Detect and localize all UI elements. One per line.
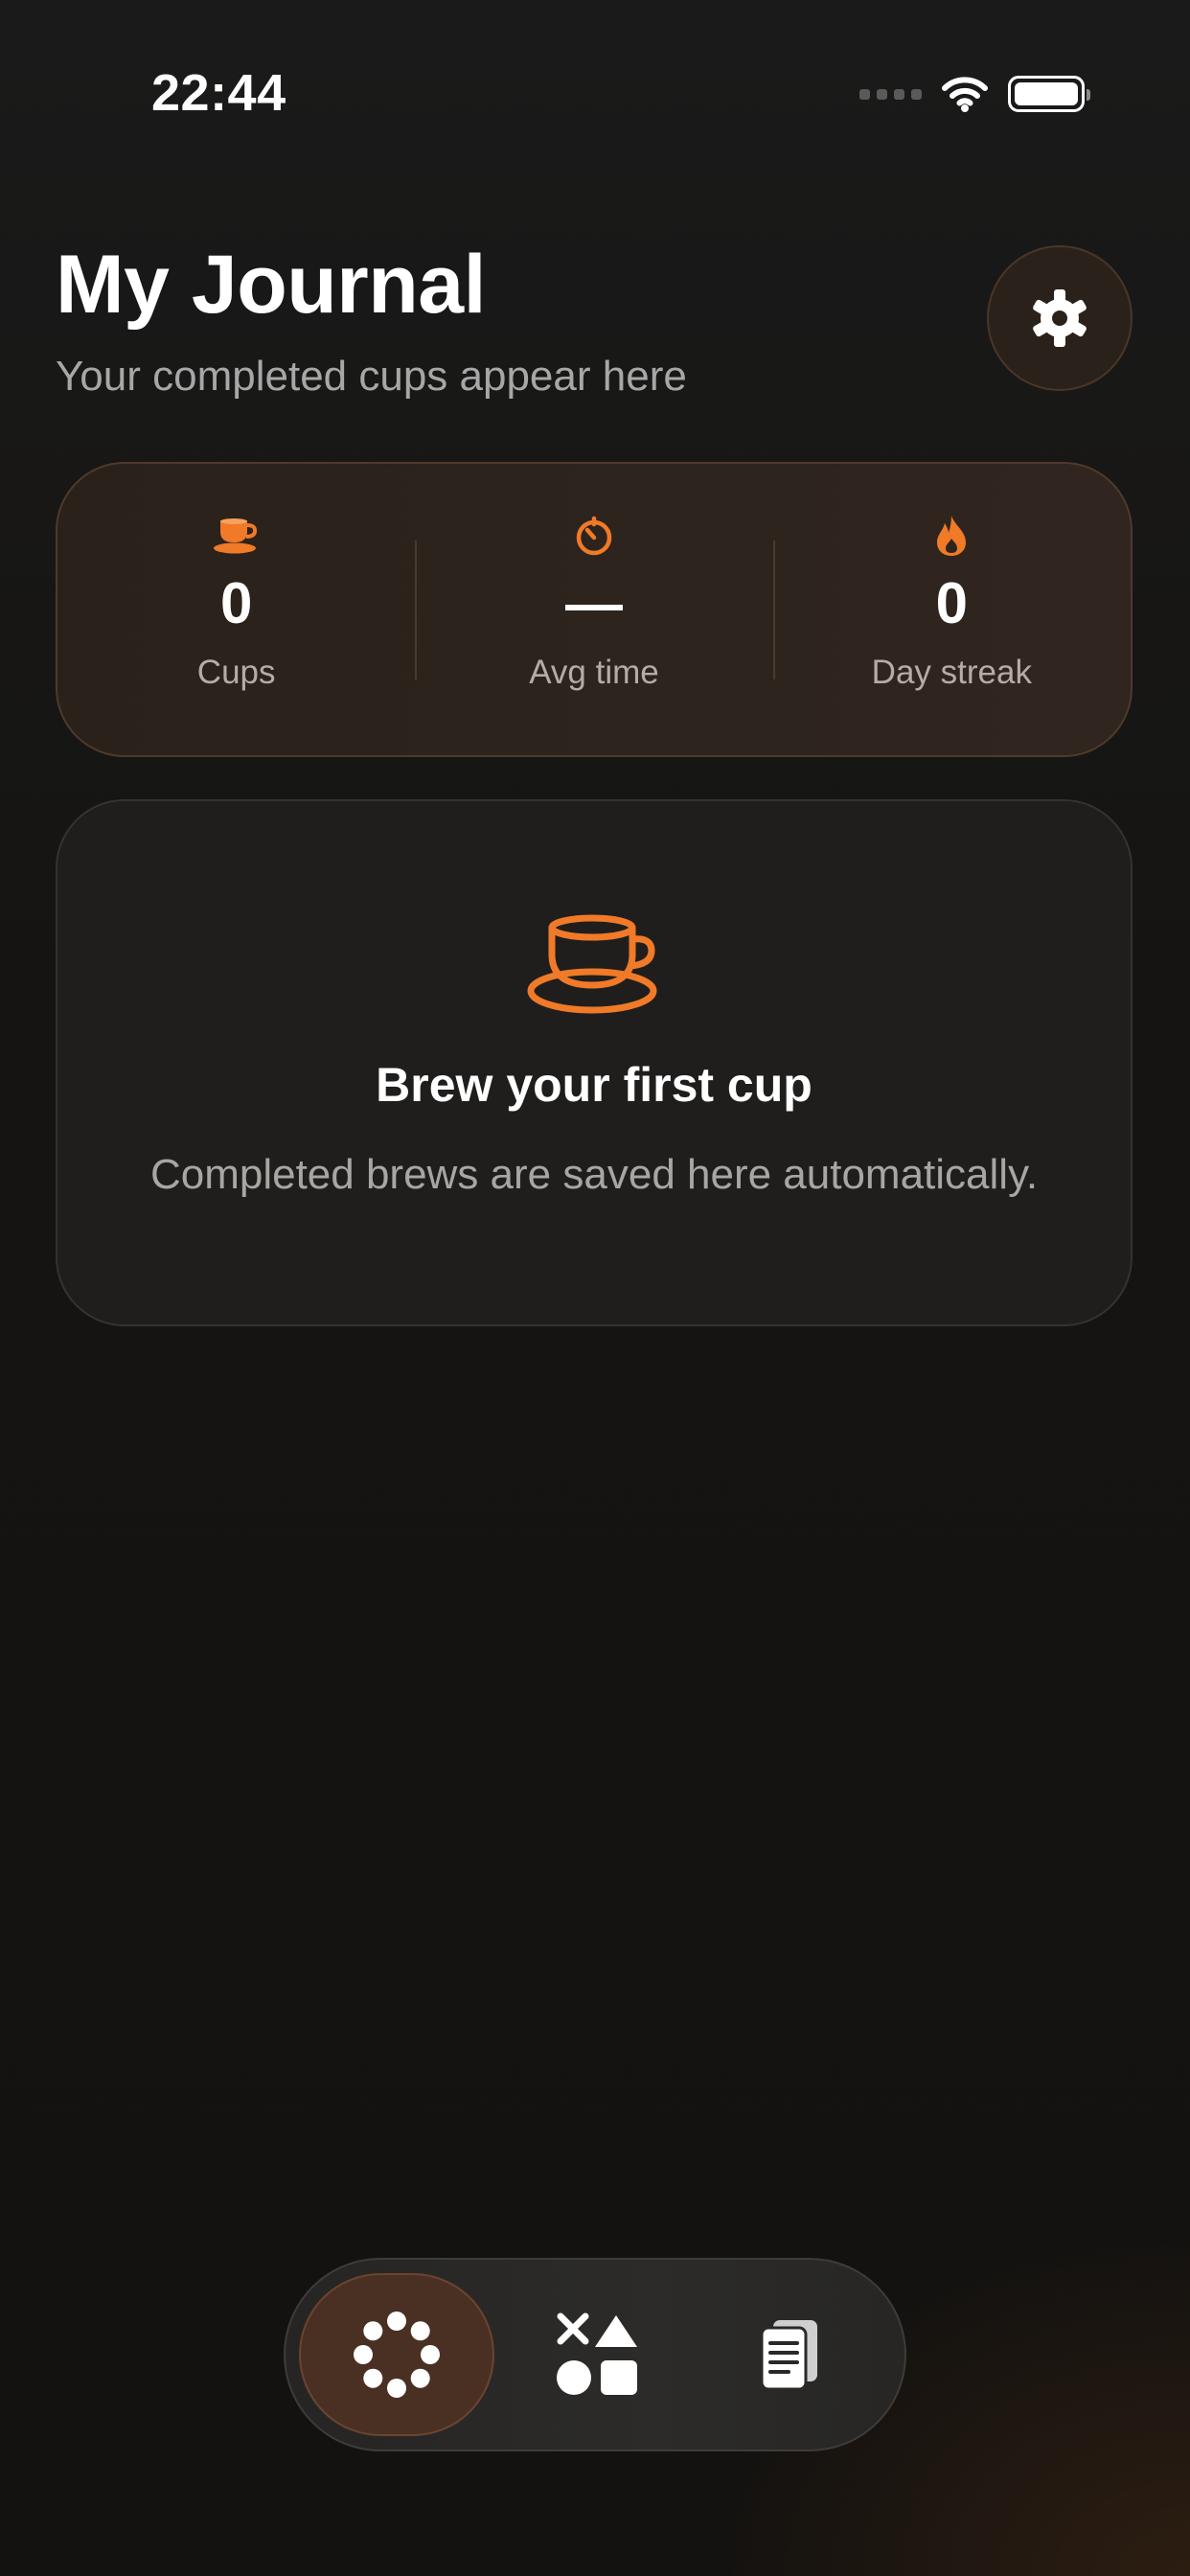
tab-brew[interactable] xyxy=(299,2273,494,2436)
status-time: 22:44 xyxy=(151,64,286,122)
wifi-icon xyxy=(942,77,988,112)
timer-icon xyxy=(576,516,612,556)
gear-icon xyxy=(1033,289,1087,347)
stat-day-streak: 0 Day streak xyxy=(772,464,1131,755)
flame-icon xyxy=(937,516,967,556)
coffee-cup-icon xyxy=(213,518,257,554)
journal-pages-icon xyxy=(760,2320,817,2391)
stat-label: Avg time xyxy=(529,654,659,691)
tab-bar xyxy=(284,2258,906,2451)
empty-state-card: Brew your first cup Completed brews are … xyxy=(56,799,1133,1326)
stat-value: 0 xyxy=(219,571,253,635)
settings-button[interactable] xyxy=(987,245,1133,391)
stat-cups: 0 Cups xyxy=(57,464,415,755)
empty-state-text: Completed brews are saved here automatic… xyxy=(149,1151,1039,1198)
status-indicators xyxy=(859,75,1090,113)
stat-value: — xyxy=(564,571,623,635)
cellular-signal-icon xyxy=(859,88,922,100)
stats-card: 0 Cups — Avg time 0 Day streak xyxy=(56,462,1133,757)
journal-screen: 22:44 My Journal Your completed cups app… xyxy=(0,0,1190,2576)
tab-games[interactable] xyxy=(500,2273,696,2436)
stat-value: 0 xyxy=(935,571,968,635)
battery-icon xyxy=(1008,76,1090,112)
stat-avg-time: — Avg time xyxy=(415,464,772,755)
tab-journal[interactable] xyxy=(692,2273,887,2436)
page-subtitle: Your completed cups appear here xyxy=(56,353,687,400)
stat-label: Day streak xyxy=(871,654,1032,691)
coffee-cup-icon xyxy=(527,914,657,1014)
dots-ring-icon xyxy=(354,2312,440,2398)
empty-state-title: Brew your first cup xyxy=(376,1058,812,1112)
page-title: My Journal xyxy=(56,239,486,331)
shapes-icon xyxy=(557,2312,637,2395)
stat-label: Cups xyxy=(196,654,276,691)
